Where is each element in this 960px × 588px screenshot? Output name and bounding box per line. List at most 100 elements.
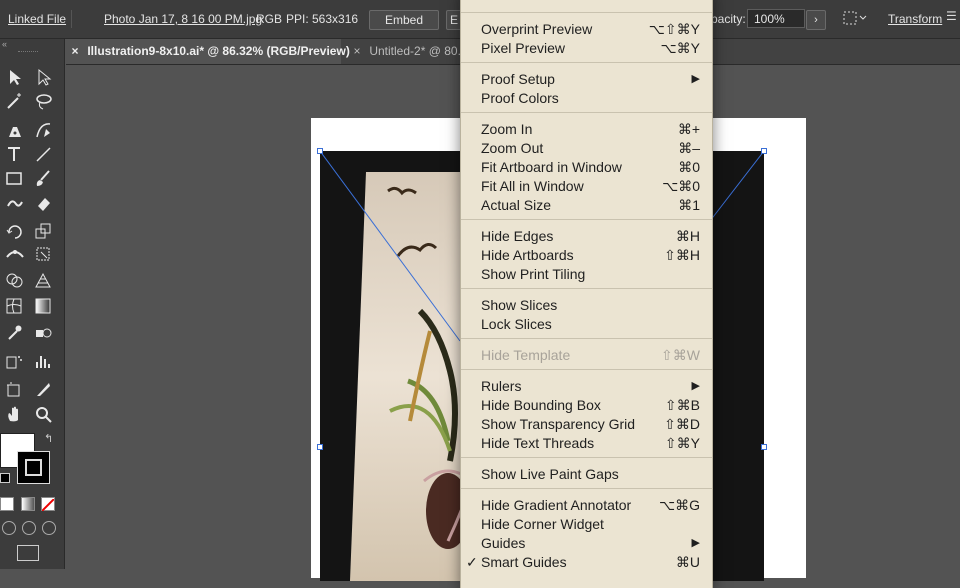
menu-item-guides[interactable]: Guides ▶ xyxy=(461,534,712,553)
menu-item-hide-artboards[interactable]: Hide Artboards ⇧⌘H xyxy=(461,246,712,265)
bbox-handle-middle-left[interactable] xyxy=(317,444,323,450)
menu-item-fit-all-in-window[interactable]: Fit All in Window ⌥⌘0 xyxy=(461,177,712,196)
draw-behind-icon[interactable] xyxy=(22,521,36,535)
gradient-tool-icon[interactable] xyxy=(32,295,54,317)
rotate-tool-icon[interactable] xyxy=(3,220,25,242)
eyedropper-tool-icon[interactable] xyxy=(3,321,25,343)
paintbrush-tool-icon[interactable] xyxy=(32,167,54,189)
menu-item-overprint-preview[interactable]: Overprint Preview ⌥⇧⌘Y xyxy=(461,20,712,39)
bbox-handle-top-left[interactable] xyxy=(317,148,323,154)
draw-normal-icon[interactable] xyxy=(2,521,16,535)
lasso-tool-icon[interactable] xyxy=(32,90,54,112)
menu-item-label: Hide Template xyxy=(481,347,571,363)
menu-separator xyxy=(461,12,712,13)
selection-tool-icon[interactable] xyxy=(3,66,25,88)
scale-tool-icon[interactable] xyxy=(32,220,54,242)
menu-separator xyxy=(461,62,712,63)
menu-item-label: Fit All in Window xyxy=(481,178,584,194)
menu-item-label: Hide Text Threads xyxy=(481,435,595,451)
free-transform-tool-icon[interactable] xyxy=(32,243,54,265)
perspective-grid-tool-icon[interactable] xyxy=(32,269,54,291)
tab-illustration9[interactable]: × Illustration9-8x10.ai* @ 86.32% (RGB/P… xyxy=(66,39,350,64)
menu-item-hide-edges[interactable]: Hide Edges ⌘H xyxy=(461,227,712,246)
view-menu-dropdown: GPU Preview ⌘E Overprint Preview ⌥⇧⌘Y Pixel … xyxy=(460,0,713,588)
tab-untitled-2[interactable]: × Untitled-2* @ 80.3 xyxy=(348,39,478,64)
blend-tool-icon[interactable] xyxy=(32,321,54,343)
curvature-tool-icon[interactable] xyxy=(32,119,54,141)
close-icon[interactable]: × xyxy=(348,39,366,64)
eraser-tool-icon[interactable] xyxy=(32,192,54,214)
menu-item-shortcut: ⇧⌘Y xyxy=(664,435,700,451)
menu-item-shortcut: ⌘E xyxy=(677,0,700,1)
draw-inside-icon[interactable] xyxy=(42,521,56,535)
color-mode-icon[interactable] xyxy=(0,497,14,511)
menu-item-proof-colors[interactable]: Proof Colors xyxy=(461,89,712,108)
stroke-color-swatch[interactable] xyxy=(17,451,50,484)
default-fill-stroke-icon[interactable] xyxy=(0,473,10,483)
pen-tool-icon[interactable] xyxy=(3,119,25,141)
bbox-handle-top-right[interactable] xyxy=(761,148,767,154)
column-graph-tool-icon[interactable] xyxy=(32,350,54,372)
menu-item-hide-corner-widget[interactable]: Hide Corner Widget xyxy=(461,515,712,534)
color-mode-label: RGB xyxy=(256,12,283,26)
magic-wand-tool-icon[interactable] xyxy=(3,90,25,112)
opacity-arrow-button[interactable]: › xyxy=(806,10,826,30)
menu-item-show-transparency-grid[interactable]: Show Transparency Grid ⇧⌘D xyxy=(461,415,712,434)
hand-tool-icon[interactable] xyxy=(3,403,25,425)
menu-item-smart-guides[interactable]: ✓ Smart Guides ⌘U xyxy=(461,553,712,572)
transform-link[interactable]: Transform xyxy=(888,12,942,26)
menu-item-show-slices[interactable]: Show Slices xyxy=(461,296,712,315)
mesh-tool-icon[interactable] xyxy=(3,295,25,317)
swap-fill-stroke-icon[interactable]: ↰ xyxy=(44,432,53,445)
menu-item-fit-artboard-in-window[interactable]: Fit Artboard in Window ⌘0 xyxy=(461,158,712,177)
menu-item-label: Show Transparency Grid xyxy=(481,416,636,432)
menu-item-label: Fit Artboard in Window xyxy=(481,159,622,175)
menu-separator xyxy=(461,457,712,458)
menu-item-show-print-tiling[interactable]: Show Print Tiling xyxy=(461,265,712,284)
collapse-icon[interactable]: « xyxy=(2,39,7,49)
menu-item-show-live-paint-gaps[interactable]: Show Live Paint Gaps xyxy=(461,465,712,484)
embed-button[interactable]: Embed xyxy=(369,10,439,30)
artboard-tool-icon[interactable] xyxy=(3,378,25,400)
rectangle-tool-icon[interactable] xyxy=(3,167,25,189)
menu-separator xyxy=(461,219,712,220)
type-tool-icon[interactable] xyxy=(3,143,25,165)
opacity-input[interactable]: 100% xyxy=(747,9,805,28)
menu-item-actual-size[interactable]: Actual Size ⌘1 xyxy=(461,196,712,215)
shaper-tool-icon[interactable] xyxy=(3,192,25,214)
menu-item-shortcut: ⌥⌘Y xyxy=(660,40,700,56)
bbox-handle-middle-right[interactable] xyxy=(761,444,767,450)
ppi-label: PPI: 563x316 xyxy=(286,12,359,26)
panel-grip[interactable] xyxy=(18,51,38,54)
menu-item-rulers[interactable]: Rulers ▶ xyxy=(461,377,712,396)
linked-file-link[interactable]: Linked File xyxy=(8,12,66,26)
menu-item-proof-setup[interactable]: Proof Setup ▶ xyxy=(461,70,712,89)
zoom-tool-icon[interactable] xyxy=(32,403,54,425)
align-dropdown[interactable] xyxy=(842,10,868,29)
filename-link[interactable]: Photo Jan 17, 8 16 00 PM.jpg xyxy=(104,12,262,26)
line-segment-tool-icon[interactable] xyxy=(32,143,54,165)
menu-item-hide-text-threads[interactable]: Hide Text Threads ⇧⌘Y xyxy=(461,434,712,453)
submenu-arrow-icon: ▶ xyxy=(691,537,700,549)
shape-builder-tool-icon[interactable] xyxy=(3,269,25,291)
menu-item-label: Pixel Preview xyxy=(481,40,566,56)
close-icon[interactable]: × xyxy=(66,39,84,64)
slice-tool-icon[interactable] xyxy=(32,378,54,400)
gradient-mode-icon[interactable] xyxy=(21,497,35,511)
width-tool-icon[interactable] xyxy=(3,243,25,265)
menu-item-label: Hide Bounding Box xyxy=(481,397,601,413)
menu-item-hide-gradient-annotator[interactable]: Hide Gradient Annotator ⌥⌘G xyxy=(461,496,712,515)
menu-item-shortcut: ⇧⌘W xyxy=(661,347,700,363)
symbol-sprayer-tool-icon[interactable] xyxy=(3,350,25,372)
menu-item-shortcut: ⌥⌘0 xyxy=(662,178,700,194)
panel-menu-icon[interactable]: ☰ xyxy=(946,9,957,23)
menu-item-hide-template: Hide Template ⇧⌘W xyxy=(461,346,712,365)
menu-item-zoom-in[interactable]: Zoom In ⌘+ xyxy=(461,120,712,139)
menu-item-lock-slices[interactable]: Lock Slices xyxy=(461,315,712,334)
direct-selection-tool-icon[interactable] xyxy=(32,66,54,88)
screen-mode-icon[interactable] xyxy=(17,545,39,561)
menu-item-pixel-preview[interactable]: Pixel Preview ⌥⌘Y xyxy=(461,39,712,58)
menu-item-hide-bounding-box[interactable]: Hide Bounding Box ⇧⌘B xyxy=(461,396,712,415)
menu-item-zoom-out[interactable]: Zoom Out ⌘– xyxy=(461,139,712,158)
none-mode-icon[interactable] xyxy=(41,497,55,512)
